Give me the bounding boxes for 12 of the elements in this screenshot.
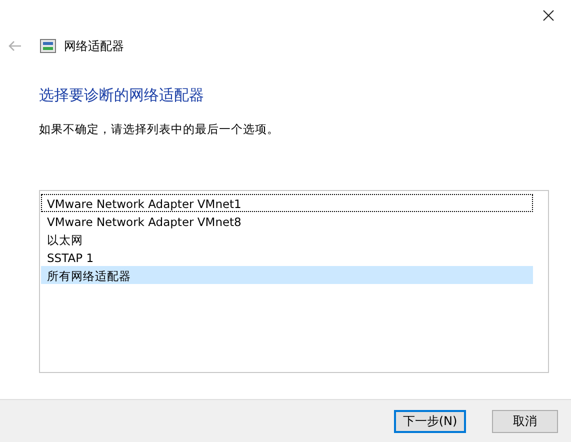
cancel-button[interactable]: 取消 — [492, 410, 558, 432]
next-button[interactable]: 下一步(N) — [394, 410, 466, 432]
adapter-item[interactable]: 以太网 — [41, 230, 533, 248]
adapter-item[interactable]: VMware Network Adapter VMnet8 — [41, 212, 533, 230]
adapter-item[interactable]: 所有网络适配器 — [41, 266, 533, 284]
adapter-item[interactable]: VMware Network Adapter VMnet1 — [41, 194, 533, 212]
window-title: 网络适配器 — [64, 38, 124, 54]
close-icon — [542, 10, 554, 20]
adapter-item[interactable]: SSTAP 1 — [41, 248, 533, 266]
instruction-text: 如果不确定，请选择列表中的最后一个选项。 — [39, 122, 280, 137]
network-adapter-icon — [40, 39, 56, 53]
page-heading: 选择要诊断的网络适配器 — [39, 86, 205, 105]
